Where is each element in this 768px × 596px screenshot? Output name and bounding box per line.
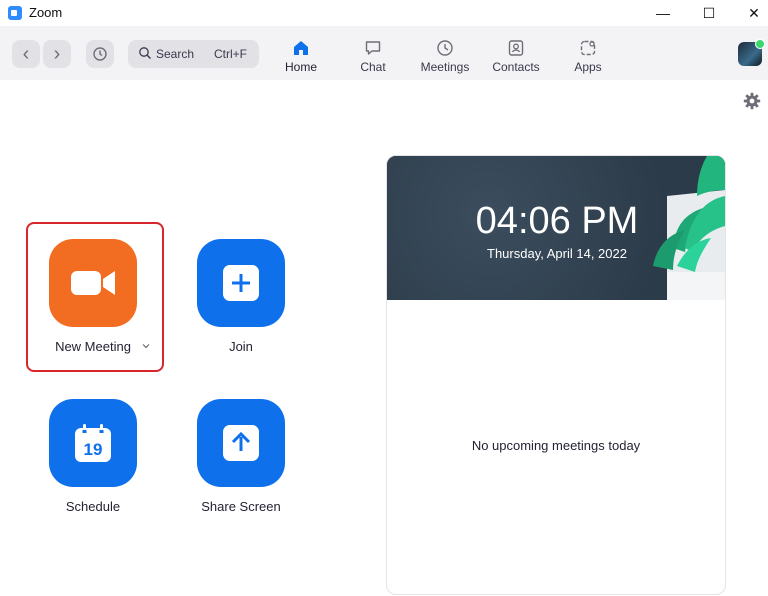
window-title: Zoom	[29, 5, 63, 20]
share-screen-label: Share Screen	[201, 499, 281, 514]
new-meeting-button[interactable]	[49, 239, 137, 327]
maximize-button[interactable]: ☐	[686, 0, 732, 26]
online-status-indicator	[755, 39, 765, 49]
schedule-button[interactable]: 19	[49, 399, 137, 487]
forward-button[interactable]: ›	[43, 40, 71, 68]
tab-chat[interactable]: Chat	[341, 35, 405, 77]
current-date: Thursday, April 14, 2022	[487, 246, 627, 261]
share-arrow-icon	[223, 425, 259, 461]
zoom-logo-icon	[8, 6, 22, 20]
share-screen-button[interactable]	[197, 399, 285, 487]
chevron-right-icon: ›	[53, 43, 61, 65]
contacts-icon	[508, 40, 524, 56]
home-icon	[294, 41, 308, 55]
join-button[interactable]	[197, 239, 285, 327]
minimize-button[interactable]: —	[640, 0, 686, 26]
calendar-icon: 19	[75, 424, 111, 462]
tab-contacts-label: Contacts	[492, 60, 540, 74]
title-bar: Zoom — ☐ ✕	[0, 0, 768, 26]
clock-banner: 04:06 PM Thursday, April 14, 2022	[387, 156, 725, 300]
new-meeting-label: New Meeting	[44, 339, 142, 354]
video-camera-icon	[71, 271, 115, 295]
search-icon	[139, 47, 151, 59]
apps-icon	[580, 40, 596, 56]
new-meeting-label-text: New Meeting	[55, 339, 131, 354]
current-time: 04:06 PM	[475, 200, 639, 242]
upcoming-meetings-panel: 04:06 PM Thursday, April 14, 2022 No upc…	[386, 155, 726, 595]
schedule-label: Schedule	[65, 499, 121, 514]
gear-icon[interactable]	[743, 92, 761, 110]
search-placeholder: Search	[156, 47, 195, 61]
tab-apps[interactable]: Apps	[556, 35, 620, 77]
plant-illustration	[653, 156, 725, 300]
close-button[interactable]: ✕	[731, 0, 768, 26]
history-icon	[93, 47, 107, 61]
calendar-day: 19	[84, 440, 103, 459]
tab-contacts[interactable]: Contacts	[484, 35, 548, 77]
tab-meetings-label: Meetings	[420, 60, 470, 74]
no-meetings-message: No upcoming meetings today	[471, 438, 641, 453]
tab-apps-label: Apps	[574, 60, 602, 74]
tab-home-label: Home	[284, 60, 317, 74]
tab-home[interactable]: Home	[269, 35, 333, 77]
chevron-left-icon: ‹	[22, 43, 30, 65]
tab-chat-label: Chat	[360, 60, 386, 74]
search-box[interactable]: Search Ctrl+F	[128, 40, 259, 68]
search-shortcut: Ctrl+F	[214, 47, 247, 61]
history-button[interactable]	[86, 40, 114, 68]
tab-meetings[interactable]: Meetings	[413, 35, 477, 77]
plus-icon	[223, 265, 259, 301]
clock-icon	[437, 40, 453, 56]
back-button[interactable]: ‹	[12, 40, 40, 68]
main-toolbar: ‹ › Search Ctrl+F Home Chat Meetings Con…	[0, 26, 768, 80]
join-label: Join	[229, 339, 253, 354]
chevron-down-icon[interactable]	[142, 343, 150, 349]
chat-icon	[365, 41, 381, 55]
